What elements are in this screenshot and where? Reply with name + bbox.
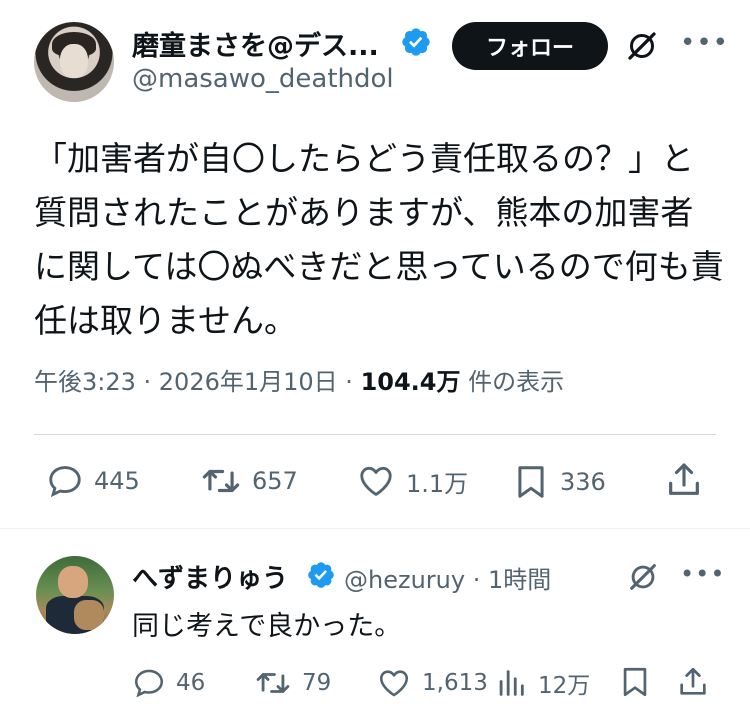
share-icon [669, 463, 699, 495]
share-icon [680, 667, 706, 695]
reply-icon [49, 466, 81, 498]
verified-badge-icon [402, 28, 430, 56]
reply-retweet-count: 79 [302, 670, 332, 696]
reply-reply-count: 46 [176, 670, 206, 696]
reply-bookmark-button[interactable] [618, 664, 662, 700]
section-divider [0, 528, 750, 529]
reply-text: 同じ考えで良かった。 [132, 611, 402, 642]
heart-icon [379, 670, 409, 697]
tweet-timestamp[interactable]: 午後3:23 · 2026年1月10日 · [34, 368, 361, 396]
bookmark-icon [623, 667, 647, 697]
bookmark-count: 336 [560, 468, 606, 496]
reply-author-name[interactable]: へずまりゅう [132, 558, 288, 595]
reply-author-handle[interactable]: @hezuruy · 1時間 [344, 560, 551, 595]
reply-retweet-button[interactable]: 79 [254, 666, 331, 700]
retweet-button[interactable]: 657 [200, 462, 298, 500]
analytics-icon [499, 670, 524, 696]
verified-badge-icon [308, 562, 334, 588]
reply-views-button[interactable]: 12万 [494, 666, 590, 700]
tweet-text: 「加害者が自〇したらどう責任取るの？」と質問されたことがありますが、熊本の加害者… [34, 139, 724, 340]
reply-like-count: 1,613 [422, 670, 488, 696]
grok-icon[interactable] [626, 560, 660, 594]
reply-share-button[interactable] [676, 664, 720, 700]
author-handle[interactable]: @masawo_deathdol [132, 64, 394, 94]
more-icon[interactable]: ••• [680, 560, 725, 588]
grok-icon[interactable] [624, 28, 660, 64]
divider [34, 434, 716, 435]
reply-author-avatar[interactable] [36, 556, 114, 634]
reply-icon [134, 669, 164, 698]
bookmark-button[interactable]: 336 [512, 462, 606, 502]
author-avatar[interactable] [34, 22, 114, 102]
avatar-face [58, 566, 88, 598]
avatar-face [60, 44, 88, 78]
view-count: 104.4万 [360, 368, 461, 396]
follow-button[interactable]: フォロー [452, 22, 608, 70]
retweet-icon [202, 469, 240, 493]
tweet-meta: 午後3:23 · 2026年1月10日 · 104.4万 件の表示 [34, 362, 564, 397]
bookmark-icon [518, 466, 544, 498]
heart-icon [360, 466, 392, 496]
retweet-count: 657 [252, 467, 298, 495]
reply-reply-button[interactable]: 46 [132, 666, 205, 700]
reply-count: 445 [94, 467, 140, 495]
like-button[interactable]: 1.1万 [356, 462, 468, 500]
like-count: 1.1万 [406, 469, 469, 498]
view-count-suffix: 件の表示 [460, 368, 565, 396]
avatar-deer [74, 600, 104, 630]
more-icon[interactable]: ••• [680, 28, 729, 58]
share-button[interactable] [664, 460, 714, 500]
reply-view-count: 12万 [538, 673, 591, 699]
reply-like-button[interactable]: 1,613 [376, 666, 488, 700]
retweet-icon [256, 673, 290, 693]
author-name[interactable]: 磨童まさを@デス... [132, 24, 379, 63]
reply-button[interactable]: 445 [46, 462, 140, 500]
